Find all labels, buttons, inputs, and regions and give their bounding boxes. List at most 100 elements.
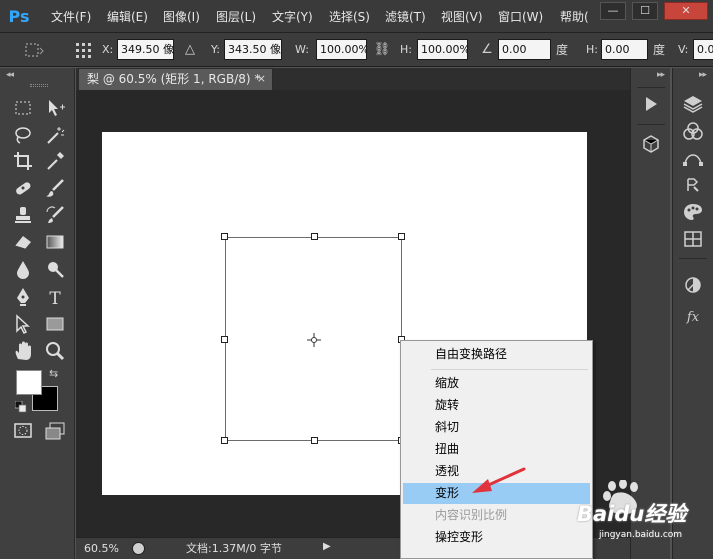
move-tool-icon[interactable] <box>44 97 66 119</box>
menu-item-content-aware-scale: 内容识别比例 <box>435 508 508 522</box>
eraser-tool-icon[interactable] <box>12 231 34 253</box>
close-button[interactable]: ✕ <box>664 2 708 20</box>
menu-item-scale[interactable]: 缩放 <box>403 373 590 394</box>
svg-text:T: T <box>49 289 61 308</box>
transform-handle-left[interactable] <box>221 336 228 343</box>
h-skew-field[interactable]: 0.00 <box>601 39 648 60</box>
screen-mode-icon[interactable] <box>44 420 66 442</box>
paths-icon[interactable] <box>682 148 704 168</box>
grid-swatches-icon[interactable] <box>682 229 704 249</box>
panel-divider <box>679 258 707 259</box>
menu-item-puppet-warp[interactable]: 操控变形 <box>403 527 590 548</box>
options-bar: X: 349.50 像 △ Y: 343.50 像 W: 100.00% ⛓ H… <box>0 33 713 67</box>
menu-item-rotate[interactable]: 旋转 <box>403 395 590 416</box>
menu-layer[interactable]: 图层(L) <box>216 8 256 26</box>
transform-tool-icon[interactable] <box>22 41 46 59</box>
baidu-jingyan-watermark: Baidu经验 jingyan.baidu.com <box>577 479 713 559</box>
minimize-button[interactable]: — <box>600 2 626 20</box>
panel-divider <box>637 124 665 125</box>
rotation-field[interactable]: 0.00 <box>498 39 551 60</box>
toolbar-grip <box>30 84 48 87</box>
transform-center-point-icon[interactable] <box>307 333 321 347</box>
menu-image[interactable]: 图像(I) <box>163 8 200 26</box>
menu-type[interactable]: 文字(Y) <box>272 8 313 26</box>
angle-icon: ∠ <box>481 42 493 57</box>
x-position-field[interactable]: 349.50 像 <box>117 39 174 60</box>
height-field[interactable]: 100.00% <box>417 39 468 60</box>
3d-panel-icon[interactable] <box>640 134 662 154</box>
watermark-text: Baidu经验 <box>577 502 687 526</box>
link-icon[interactable]: ⛓ <box>372 41 392 59</box>
transform-handle-top-left[interactable] <box>221 233 228 240</box>
height-label: H: <box>400 43 412 56</box>
status-menu-arrow-icon[interactable]: ▶ <box>323 541 331 552</box>
v-skew-field[interactable]: 0.0 <box>693 39 713 60</box>
transform-handle-bottom-left[interactable] <box>221 437 228 444</box>
transform-handle-bottom[interactable] <box>311 437 318 444</box>
brush-tool-icon[interactable] <box>44 177 66 199</box>
width-field[interactable]: 100.00% <box>316 39 367 60</box>
gradient-tool-icon[interactable] <box>44 231 66 253</box>
styles-fx-icon[interactable]: fx <box>682 306 704 326</box>
menu-edit[interactable]: 编辑(E) <box>107 8 148 26</box>
h-skew-label: H: <box>586 43 598 56</box>
rectangle-tool-icon[interactable] <box>44 313 66 335</box>
menu-view[interactable]: 视图(V) <box>441 8 483 26</box>
document-tab[interactable]: 梨 @ 60.5% (矩形 1, RGB/8) * × <box>78 68 273 90</box>
menu-select[interactable]: 选择(S) <box>329 8 370 26</box>
status-info-icon[interactable] <box>132 542 145 555</box>
swatches-palette-icon[interactable] <box>682 202 704 222</box>
transform-handle-top-right[interactable] <box>398 233 405 240</box>
transform-handle-top[interactable] <box>311 233 318 240</box>
magic-wand-tool-icon[interactable] <box>44 124 66 146</box>
menu-window[interactable]: 窗口(W) <box>498 8 543 26</box>
eyedropper-tool-icon[interactable] <box>44 150 66 172</box>
marquee-tool-icon[interactable] <box>12 97 34 119</box>
dodge-tool-icon[interactable] <box>44 258 66 280</box>
menu-item-distort[interactable]: 扭曲 <box>403 439 590 460</box>
panel-divider <box>637 87 665 88</box>
default-colors-icon[interactable] <box>14 400 27 413</box>
y-position-field[interactable]: 343.50 像 <box>224 39 282 60</box>
blur-tool-icon[interactable] <box>12 258 34 280</box>
adjustments-icon[interactable] <box>682 275 704 295</box>
quick-mask-icon[interactable] <box>12 420 34 442</box>
watermark-url: jingyan.baidu.com <box>599 530 683 540</box>
expand-panels-icon[interactable]: ▸▸ <box>657 70 665 80</box>
crop-tool-icon[interactable] <box>12 150 34 172</box>
v-skew-label: V: <box>678 43 689 56</box>
zoom-level[interactable]: 60.5% <box>84 541 119 557</box>
expand-dock-icon[interactable]: ▸▸ <box>699 70 707 80</box>
document-tab-title: 梨 @ 60.5% (矩形 1, RGB/8) * <box>87 72 261 86</box>
menu-item-free-transform-path[interactable]: 自由变换路径 <box>403 344 590 365</box>
clone-stamp-tool-icon[interactable] <box>12 204 34 226</box>
rotation-unit: 度 <box>556 43 569 57</box>
close-tab-icon[interactable]: × <box>257 69 266 89</box>
pen-tool-icon[interactable] <box>12 286 34 308</box>
healing-brush-tool-icon[interactable] <box>12 177 34 199</box>
menu-item-skew[interactable]: 斜切 <box>403 417 590 438</box>
lasso-tool-icon[interactable] <box>12 124 34 146</box>
layers-icon[interactable] <box>682 94 704 114</box>
zoom-tool-icon[interactable] <box>44 340 66 362</box>
history-brush-tool-icon[interactable] <box>44 204 66 226</box>
channels-icon[interactable] <box>682 121 704 141</box>
path-selection-tool-icon[interactable] <box>12 313 34 335</box>
hand-tool-icon[interactable] <box>12 340 34 362</box>
relative-position-icon[interactable]: △ <box>180 41 200 59</box>
type-tool-icon[interactable]: T <box>44 286 66 308</box>
menu-filter[interactable]: 滤镜(T) <box>385 8 426 26</box>
actions-play-icon[interactable] <box>640 94 662 114</box>
width-label: W: <box>295 43 309 56</box>
reference-point-icon[interactable] <box>73 41 95 59</box>
history-icon[interactable] <box>682 175 704 195</box>
menu-help[interactable]: 帮助( <box>560 8 589 26</box>
swap-colors-icon[interactable]: ⇆ <box>49 367 58 380</box>
tools-panel: ◂◂ T ⇆ <box>0 68 75 559</box>
collapse-toolbar-icon[interactable]: ◂◂ <box>6 70 14 80</box>
maximize-button[interactable]: ☐ <box>632 2 658 20</box>
menu-file[interactable]: 文件(F) <box>51 8 91 26</box>
photoshop-logo: Ps <box>8 7 30 26</box>
foreground-color-swatch[interactable] <box>16 370 42 395</box>
y-label: Y: <box>211 43 220 56</box>
